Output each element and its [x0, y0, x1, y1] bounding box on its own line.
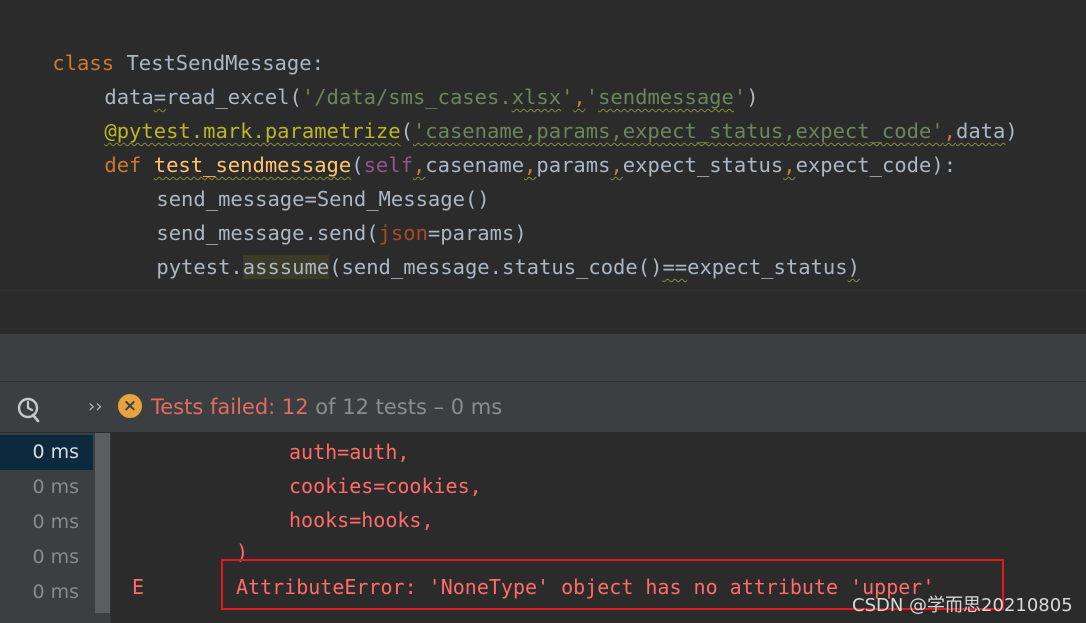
code-line-6[interactable]: send_message.send(json=params): [107, 182, 526, 245]
error-marker: E: [132, 575, 145, 599]
code-token: expect_code: [795, 153, 932, 177]
code-line-4[interactable]: def test_sendmessage(self,casename,param…: [55, 114, 956, 177]
code-line-3[interactable]: @pytest.mark.parametrize('casename,param…: [55, 80, 1017, 143]
console-line: cookies=cookies,: [289, 474, 482, 498]
code-token: ,: [524, 153, 537, 177]
code-editor[interactable]: class TestSendMessage: data=read_excel('…: [0, 0, 1086, 290]
code-token: pytest.: [156, 255, 243, 279]
test-failed-icon: ×: [118, 394, 142, 418]
code-token: expect_status: [622, 153, 784, 177]
test-results-tree[interactable]: 0 ms 0 ms 0 ms 0 ms 0 ms: [0, 433, 111, 623]
expand-chevron-icon[interactable]: ››: [88, 393, 102, 421]
code-token: ,: [610, 153, 623, 177]
test-row[interactable]: 0 ms: [0, 470, 93, 505]
test-row[interactable]: 0 ms: [0, 540, 93, 575]
code-token: data: [956, 119, 1006, 143]
code-line-7[interactable]: pytest.asssume(send_message.status_code(…: [107, 216, 860, 279]
test-total-summary: of 12 tests – 0 ms: [308, 395, 503, 419]
code-line-1[interactable]: class TestSendMessage:: [3, 12, 324, 75]
code-token: ): [847, 255, 860, 279]
code-token: expect_status: [687, 255, 848, 279]
test-status-text: Tests failed: 12 of 12 tests – 0 ms: [151, 393, 502, 421]
code-token: asssume: [242, 255, 330, 279]
code-token: (): [637, 255, 663, 279]
code-token: ==: [662, 255, 688, 279]
code-token: send_message.status_code: [341, 255, 638, 279]
console-output[interactable]: auth=auth, cookies=cookies, hooks=hooks,…: [112, 433, 1086, 623]
watermark: CSDN @学而思20210805: [852, 595, 1073, 616]
tool-window-header: [0, 334, 1086, 381]
code-token: (: [329, 255, 342, 279]
test-row[interactable]: 0 ms: [0, 505, 93, 540]
code-token: ):: [931, 153, 957, 177]
test-row[interactable]: 0 ms: [0, 435, 93, 470]
code-token: ): [1005, 119, 1018, 143]
history-clock-icon[interactable]: [14, 394, 44, 424]
test-failed-count: Tests failed: 12: [151, 395, 309, 419]
console-line: auth=auth,: [289, 440, 410, 464]
test-row[interactable]: 0 ms: [0, 575, 93, 610]
code-line-5[interactable]: send_message=Send_Message(): [107, 148, 489, 211]
console-line: hooks=hooks,: [289, 508, 434, 532]
run-toolbar: ›› × Tests failed: 12 of 12 tests – 0 ms: [0, 381, 1086, 433]
code-token: ,: [783, 153, 796, 177]
tree-scrollbar[interactable]: [95, 433, 110, 613]
code-line-2[interactable]: data=read_excel('/data/sms_cases.xlsx','…: [55, 46, 758, 109]
editor-bottom-gap: [0, 290, 1086, 334]
code-token: params: [536, 153, 611, 177]
